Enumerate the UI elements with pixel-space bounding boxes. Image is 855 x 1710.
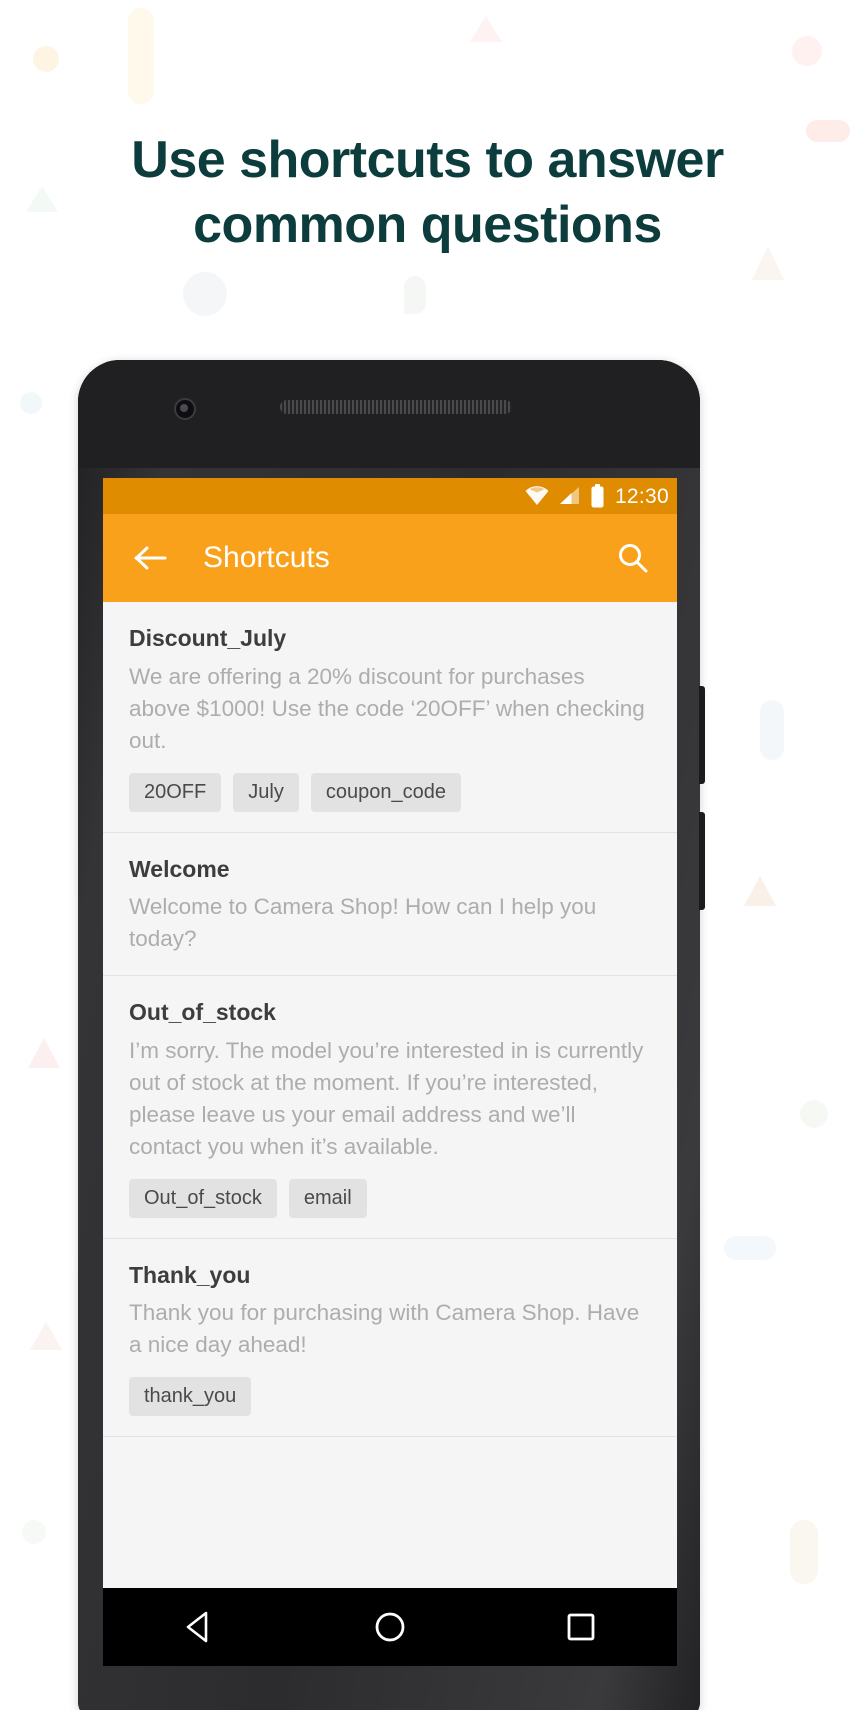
app-bar-title: Shortcuts <box>203 541 330 574</box>
back-arrow-icon <box>134 546 167 570</box>
shortcuts-list: Discount_July We are offering a 20% disc… <box>103 602 677 1508</box>
list-item[interactable]: Discount_July We are offering a 20% disc… <box>103 602 677 833</box>
nav-home-button[interactable] <box>355 1592 425 1662</box>
confetti-dot <box>33 46 59 72</box>
shortcut-title: Discount_July <box>129 625 287 651</box>
shortcut-message: Welcome to Camera Shop! How can I help y… <box>129 894 597 952</box>
status-bar-clock: 12:30 <box>614 484 669 508</box>
list-item[interactable]: Welcome Welcome to Camera Shop! How can … <box>103 832 677 977</box>
shortcut-title: Thank_you <box>129 1261 251 1288</box>
phone-mockup: 12:30 Shortcuts Discount_July We are off… <box>78 360 705 1710</box>
cellular-signal-icon <box>559 487 579 504</box>
tag-chip[interactable]: email <box>288 1178 367 1218</box>
confetti-bar <box>724 1236 776 1260</box>
confetti-triangle <box>28 1038 60 1068</box>
list-item[interactable]: Out_of_stock I’m sorry. The model you’re… <box>103 976 677 1239</box>
page-title-line-2: common questions <box>193 196 662 254</box>
back-triangle-icon <box>186 1611 207 1643</box>
confetti-dot <box>183 272 227 316</box>
front-camera-icon <box>174 398 196 420</box>
search-icon <box>619 544 648 573</box>
page-title-line-1: Use shortcuts to answer <box>131 131 724 189</box>
status-bar: 12:30 <box>103 478 677 514</box>
shortcut-tags: Out_of_stock email <box>129 1178 651 1218</box>
shortcut-message: Thank you for purchasing with Camera Sho… <box>129 1300 640 1358</box>
home-circle-icon <box>375 1612 405 1642</box>
search-button[interactable] <box>611 536 655 580</box>
confetti-petal <box>404 276 426 314</box>
nav-back-button[interactable] <box>164 1592 234 1662</box>
confetti-bar <box>128 8 154 104</box>
phone-screen: 12:30 Shortcuts Discount_July We are off… <box>103 478 677 1666</box>
confetti-dot <box>792 36 822 66</box>
shortcut-title: Welcome <box>129 855 230 882</box>
back-button[interactable] <box>129 536 173 580</box>
page-title: Use shortcuts to answer common questions <box>0 128 855 258</box>
list-item[interactable]: Thank_you Thank you for purchasing with … <box>103 1238 677 1438</box>
android-navigation-bar <box>103 1588 677 1666</box>
shortcut-tags: 20OFF July coupon_code <box>129 772 651 812</box>
battery-icon <box>591 484 604 508</box>
confetti-dot <box>20 392 42 414</box>
confetti-dot <box>800 1100 828 1128</box>
shortcut-message: I’m sorry. The model you’re interested i… <box>129 1037 644 1159</box>
recents-square-icon <box>567 1613 595 1641</box>
confetti-triangle <box>470 16 502 42</box>
shortcut-tags: thank_you <box>129 1377 651 1417</box>
power-button[interactable] <box>699 812 705 910</box>
tag-chip[interactable]: thank_you <box>129 1377 252 1417</box>
tag-chip[interactable]: coupon_code <box>310 772 461 812</box>
confetti-bar <box>760 700 784 760</box>
earpiece-speaker <box>280 400 512 414</box>
tag-chip[interactable]: Out_of_stock <box>129 1178 277 1218</box>
tag-chip[interactable]: 20OFF <box>129 772 222 812</box>
volume-up-button[interactable] <box>699 686 705 784</box>
nav-recents-button[interactable] <box>546 1592 616 1662</box>
confetti-triangle <box>30 1322 62 1350</box>
phone-top-bezel <box>78 360 700 468</box>
tag-chip[interactable]: July <box>233 772 299 812</box>
shortcut-title: Out_of_stock <box>129 999 276 1026</box>
confetti-bar <box>790 1520 818 1584</box>
confetti-triangle <box>744 876 776 906</box>
wifi-icon <box>525 486 549 505</box>
confetti-dot <box>22 1520 46 1544</box>
list-bottom-space <box>103 1437 677 1508</box>
app-bar: Shortcuts <box>103 514 677 602</box>
shortcut-message: We are offering a 20% discount for purch… <box>129 663 645 753</box>
